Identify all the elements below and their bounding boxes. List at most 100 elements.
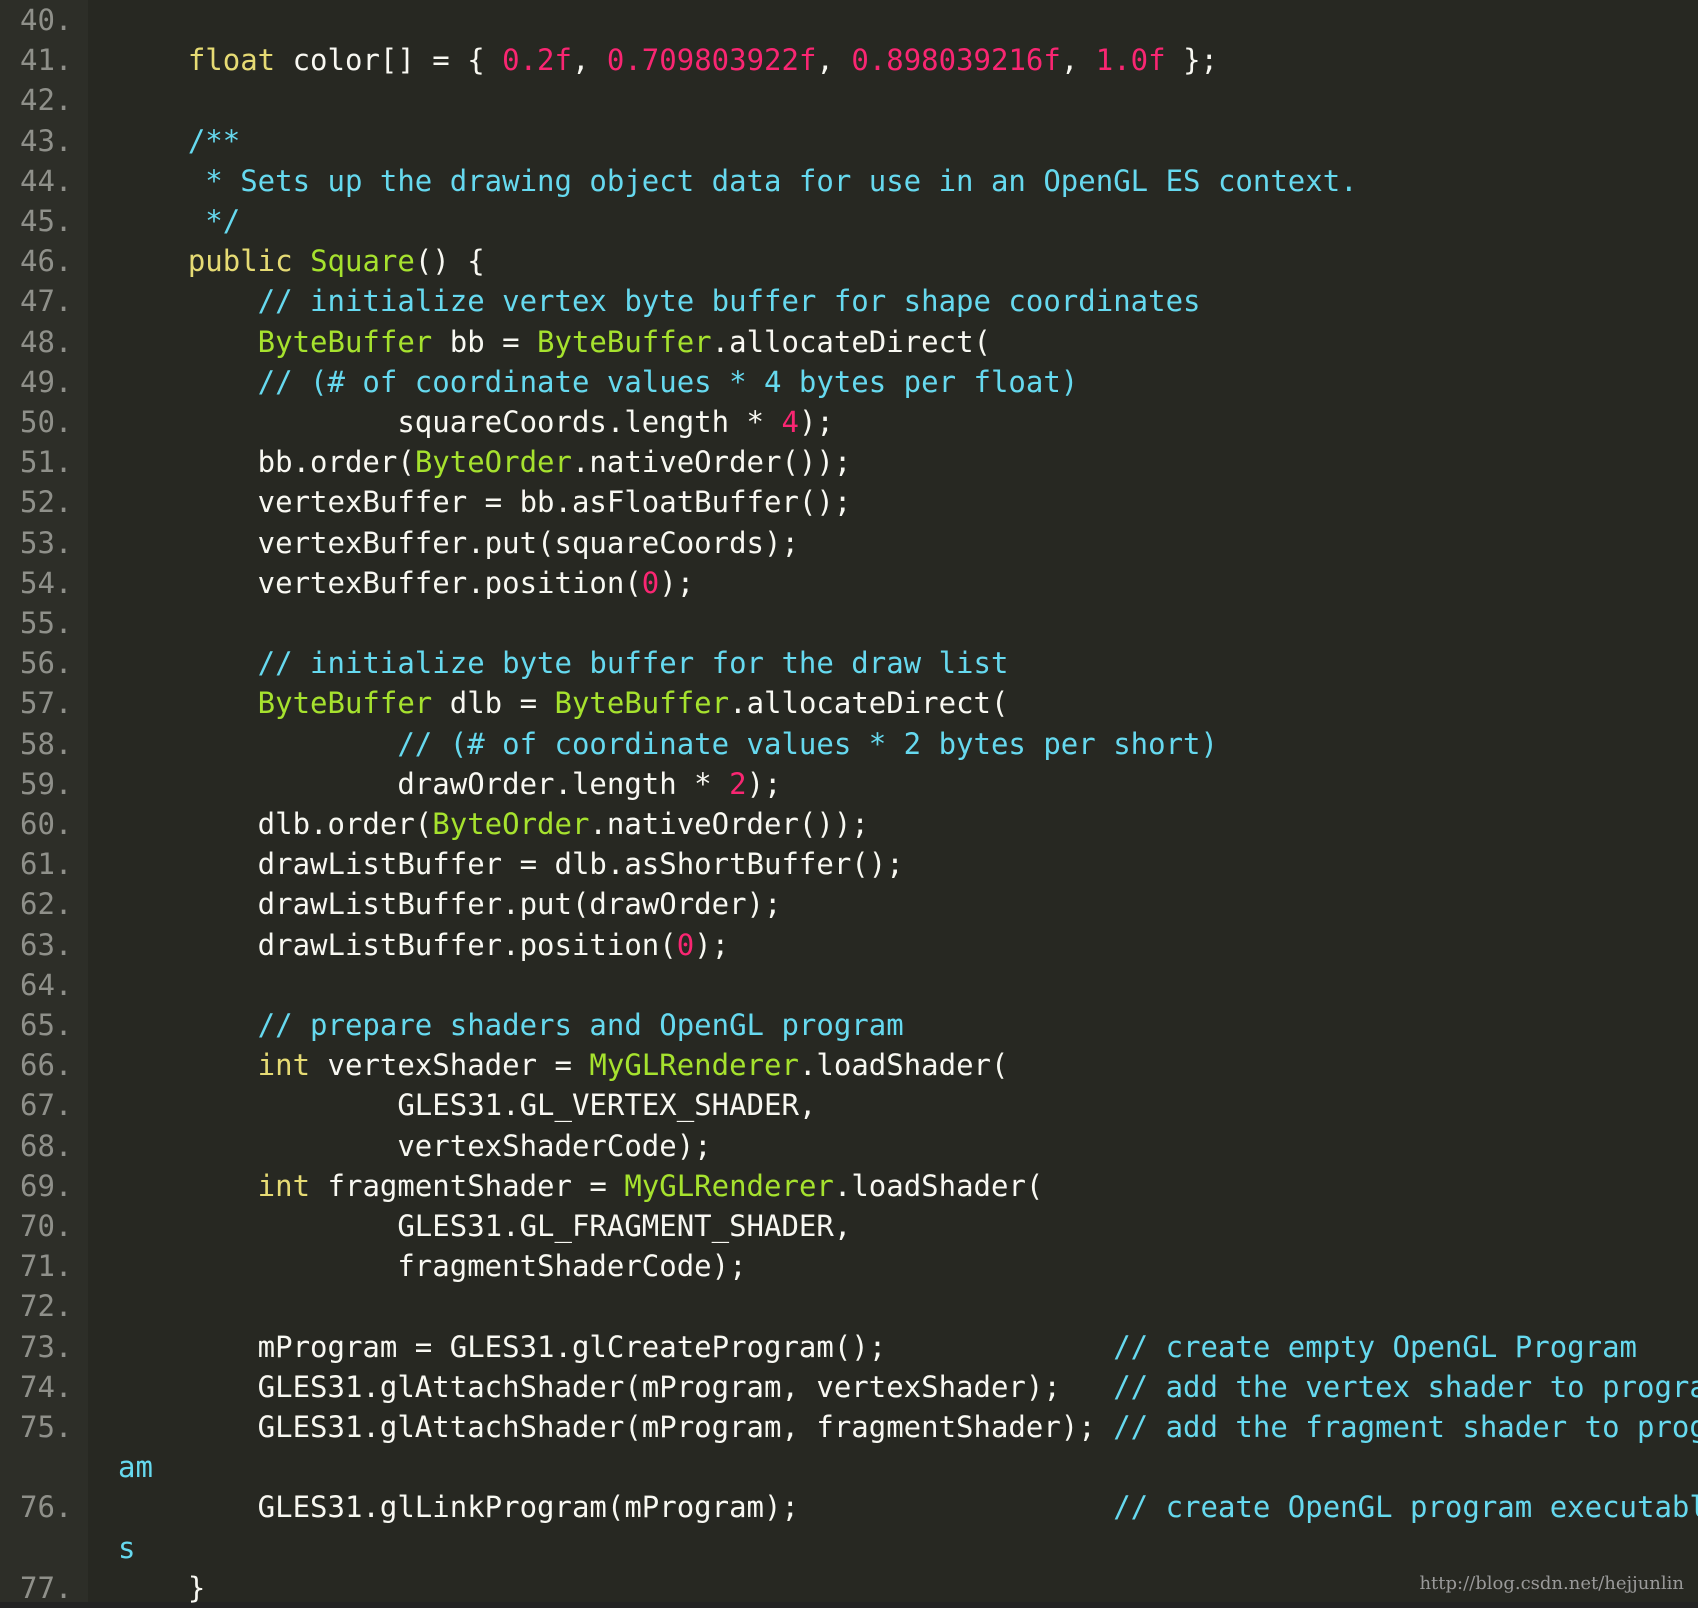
line-number: 68.	[20, 1128, 73, 1163]
code-token: dlb =	[432, 686, 555, 721]
line-number: 50.	[20, 405, 73, 439]
code-token: drawListBuffer.position(	[118, 927, 677, 962]
code-line: 42.	[0, 80, 1698, 120]
code-token: GLES31.GL_VERTEX_SHADER,	[118, 1088, 817, 1123]
code-text: drawListBuffer.position(0);	[118, 925, 729, 965]
code-token: 0.898039216f	[851, 43, 1061, 78]
code-line: 53. vertexBuffer.put(squareCoords);	[0, 523, 1698, 563]
code-text: GLES31.GL_VERTEX_SHADER,	[118, 1085, 816, 1125]
code-token: 4	[781, 405, 799, 439]
code-token: GLES31.glLinkProgram(mProgram);	[118, 1490, 1114, 1525]
code-token: drawOrder.length *	[118, 766, 730, 801]
code-line: 46. public Square() {	[0, 241, 1698, 281]
code-text: vertexBuffer.position(0);	[118, 563, 695, 603]
code-text: * Sets up the drawing object data for us…	[118, 161, 1358, 201]
code-text: fragmentShaderCode);	[118, 1246, 747, 1286]
code-token: bb.order(	[118, 445, 415, 480]
line-number: 76.	[20, 1490, 73, 1525]
code-token: 1.0f	[1095, 43, 1166, 78]
line-number: 44.	[20, 163, 73, 198]
line-number: 53.	[20, 525, 73, 560]
code-text: dlb.order(ByteOrder.nativeOrder());	[118, 804, 869, 844]
code-line: 41. float color[] = { 0.2f, 0.709803922f…	[0, 40, 1698, 80]
code-token: () {	[414, 244, 485, 279]
code-line: 43. /**	[0, 121, 1698, 161]
code-line: 63. drawListBuffer.position(0);	[0, 925, 1698, 965]
line-number: 66.	[20, 1048, 73, 1083]
code-token: 0.2f	[502, 43, 572, 78]
code-token: mProgram = GLES31.glCreateProgram();	[118, 1329, 1114, 1364]
line-number: 52.	[20, 485, 73, 520]
code-text: // initialize byte buffer for the draw l…	[118, 643, 1009, 683]
code-line: 61. drawListBuffer = dlb.asShortBuffer()…	[0, 844, 1698, 884]
code-token: bb =	[432, 324, 538, 359]
code-token: );	[659, 565, 695, 600]
code-token: .loadShader(	[798, 1048, 1009, 1083]
code-token: 0	[641, 565, 660, 600]
code-line: 66. int vertexShader = MyGLRenderer.load…	[0, 1045, 1698, 1085]
line-number: 64.	[20, 967, 73, 1002]
code-line: 75. GLES31.glAttachShader(mProgram, frag…	[0, 1407, 1698, 1447]
code-line: 49. // (# of coordinate values * 4 bytes…	[0, 362, 1698, 402]
code-text: GLES31.glLinkProgram(mProgram); // creat…	[118, 1487, 1698, 1527]
line-number: 47.	[20, 284, 73, 319]
code-token: };	[1165, 43, 1218, 78]
code-token: drawListBuffer.put(drawOrder);	[118, 887, 782, 922]
code-token: // initialize byte buffer for the draw l…	[118, 646, 1009, 681]
code-token: color[] = {	[275, 43, 503, 78]
line-number: 65.	[20, 1008, 73, 1042]
code-text: drawOrder.length * 2);	[118, 764, 781, 804]
code-line: 73. mProgram = GLES31.glCreateProgram();…	[0, 1327, 1698, 1367]
code-text: // prepare shaders and OpenGL program	[118, 1005, 904, 1045]
code-token: vertexBuffer.position(	[118, 565, 642, 600]
code-text: int fragmentShader = MyGLRenderer.loadSh…	[118, 1166, 1044, 1206]
line-number: 57.	[20, 686, 73, 721]
wrapped-continuation: am	[118, 1450, 153, 1485]
code-line: 70. GLES31.GL_FRAGMENT_SHADER,	[0, 1206, 1698, 1246]
code-line: 62. drawListBuffer.put(drawOrder);	[0, 884, 1698, 924]
code-line: 59. drawOrder.length * 2);	[0, 764, 1698, 804]
code-editor[interactable]: 40. 41. float color[] = { 0.2f, 0.7098039…	[0, 0, 1698, 1605]
code-token: fragmentShaderCode);	[118, 1249, 747, 1284]
code-line: 65. // prepare shaders and OpenGL progra…	[0, 1005, 1698, 1045]
code-text: mProgram = GLES31.glCreateProgram(); // …	[118, 1327, 1637, 1367]
line-number: 58.	[20, 726, 73, 761]
code-token: Square	[310, 244, 415, 279]
code-line: 57. ByteBuffer dlb = ByteBuffer.allocate…	[0, 683, 1698, 723]
code-text: // initialize vertex byte buffer for sha…	[118, 281, 1201, 321]
line-number: 62.	[20, 887, 73, 922]
code-token: GLES31.GL_FRAGMENT_SHADER,	[118, 1209, 852, 1243]
code-text: float color[] = { 0.2f, 0.709803922f, 0.…	[118, 40, 1218, 80]
code-token: ByteBuffer	[537, 324, 712, 359]
code-token: // add the fragment shader to progr	[1113, 1410, 1698, 1444]
code-token: * Sets up the drawing object data for us…	[118, 163, 1358, 198]
code-line: 55.	[0, 603, 1698, 643]
code-line: am	[0, 1447, 1698, 1487]
code-token: ,	[1060, 43, 1096, 78]
line-number: 51.	[20, 445, 73, 480]
line-number: 71.	[20, 1249, 73, 1284]
code-text: ByteBuffer bb = ByteBuffer.allocateDirec…	[118, 322, 991, 362]
code-text: GLES31.glAttachShader(mProgram, fragment…	[118, 1407, 1698, 1447]
line-number: 69.	[20, 1168, 73, 1203]
code-line: 54. vertexBuffer.position(0);	[0, 563, 1698, 603]
code-token: // add the vertex shader to program	[1113, 1369, 1698, 1404]
code-line: 69. int fragmentShader = MyGLRenderer.lo…	[0, 1166, 1698, 1206]
line-number: 54.	[20, 565, 73, 600]
line-number: 55.	[20, 606, 73, 640]
code-text: vertexShaderCode);	[118, 1126, 711, 1166]
code-line: 67. GLES31.GL_VERTEX_SHADER,	[0, 1085, 1698, 1125]
code-token: GLES31.glAttachShader(mProgram, fragment…	[118, 1410, 1114, 1444]
code-token: .allocateDirect(	[711, 324, 992, 359]
line-number: 40.	[20, 3, 73, 37]
code-token: }	[118, 1570, 206, 1605]
code-line: 72.	[0, 1286, 1698, 1326]
code-line: 51. bb.order(ByteOrder.nativeOrder());	[0, 442, 1698, 482]
code-token: int	[118, 1048, 311, 1083]
code-token: .allocateDirect(	[729, 686, 1009, 721]
code-token: squareCoords.length *	[118, 405, 782, 439]
wrapped-continuation: s	[118, 1530, 136, 1565]
code-line: 76. GLES31.glLinkProgram(mProgram); // c…	[0, 1487, 1698, 1527]
code-token: float	[118, 43, 276, 78]
line-number: 72.	[20, 1289, 73, 1324]
